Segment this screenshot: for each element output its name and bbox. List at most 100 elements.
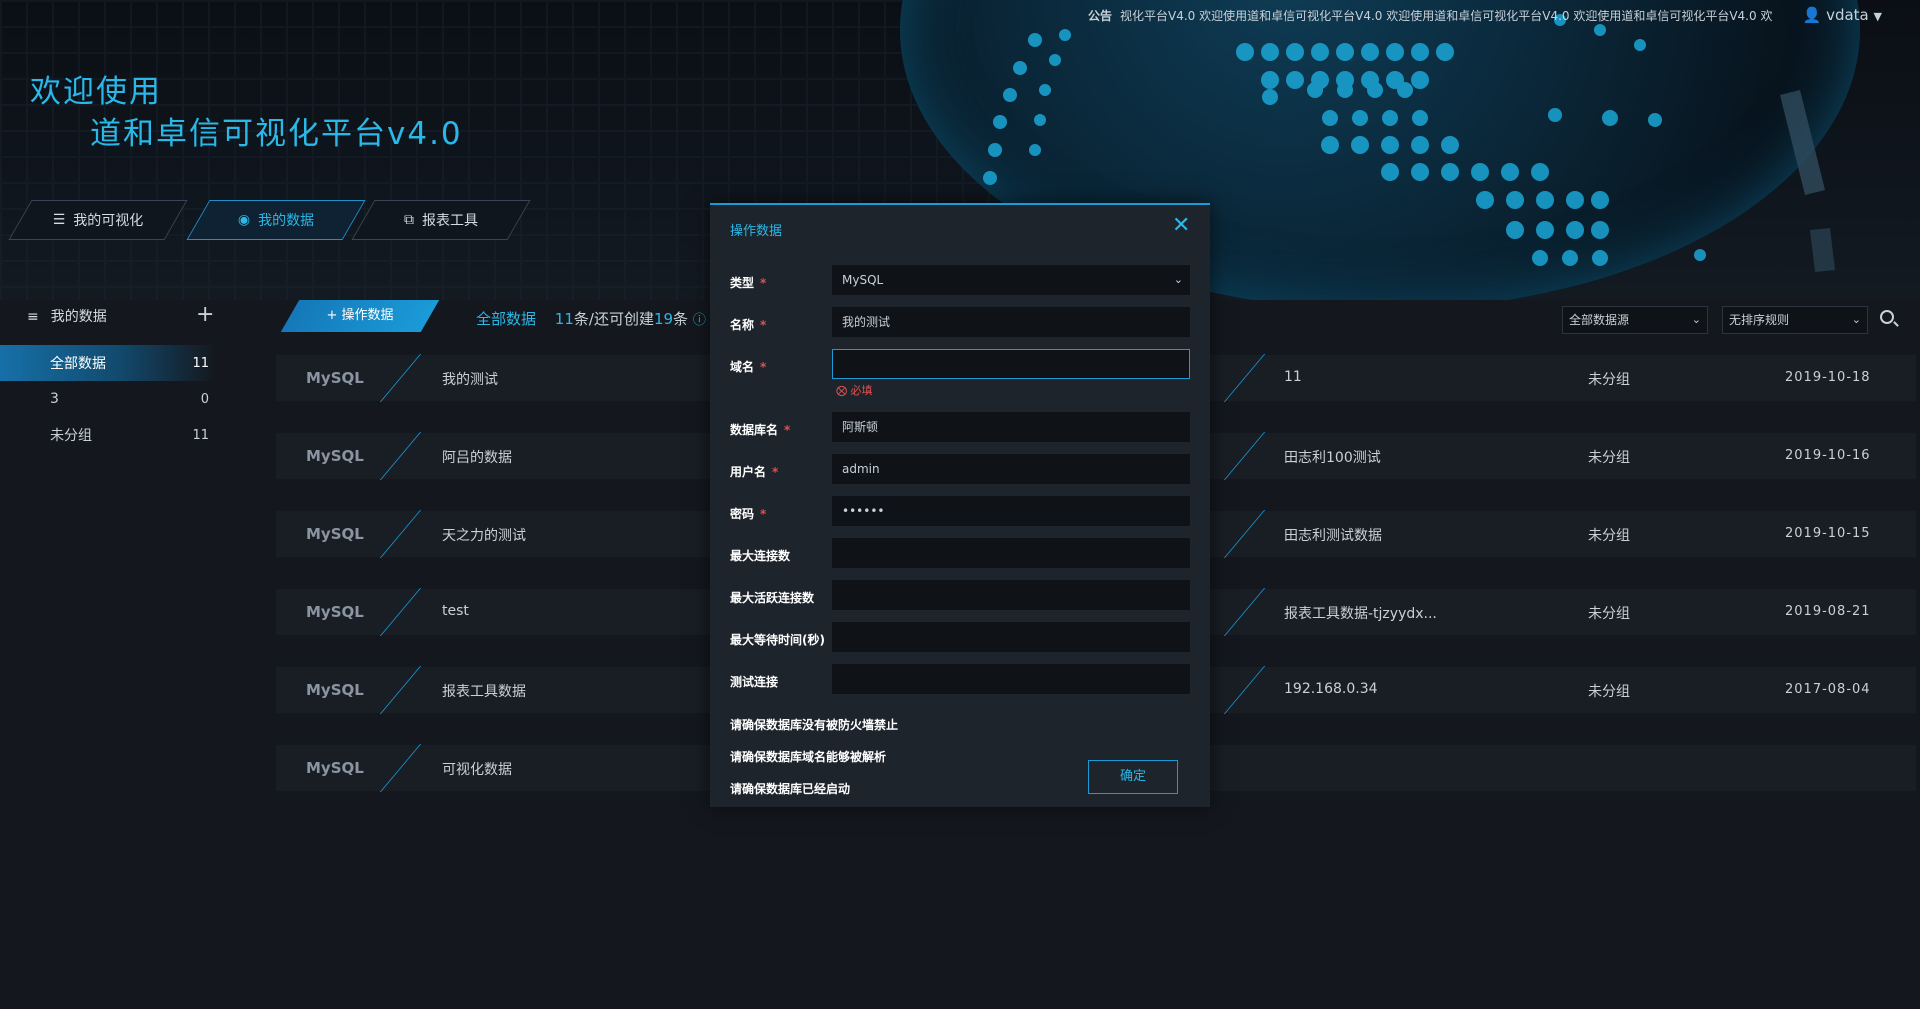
operate-data-button[interactable]: + 操作数据 — [280, 300, 440, 332]
sidebar-item-all[interactable]: 全部数据 11 — [0, 345, 215, 381]
row-host: 报表工具数据-tjzyydx... — [1284, 606, 1437, 622]
sidebar-title: ≡ 我的数据 — [27, 306, 107, 326]
row-divider — [1223, 666, 1266, 714]
chevron-down-icon: ⌄ — [1851, 313, 1861, 326]
chevron-down-icon: ▼ — [1873, 10, 1882, 23]
row-date: 2019-10-18 — [1785, 370, 1871, 385]
test-connection-field[interactable] — [832, 664, 1190, 694]
sidebar-item-count: 0 — [200, 391, 209, 407]
row-divider — [379, 666, 422, 714]
data-source-filter[interactable]: 全部数据源 ⌄ — [1562, 306, 1708, 334]
row-group: 未分组 — [1588, 528, 1630, 544]
domain-input[interactable] — [832, 349, 1190, 379]
row-date: 2019-10-16 — [1785, 448, 1871, 463]
field-label-max-wait: 最大等待时间(秒) — [730, 633, 825, 647]
row-name: 报表工具数据 — [442, 684, 526, 700]
row-group: 未分组 — [1588, 606, 1630, 622]
row-group: 未分组 — [1588, 684, 1630, 700]
operate-data-dialog: 操作数据 ✕ 类型 * MySQL ⌄ 名称 * 我的测试 域名 * ⨂ 必填 数据库名… — [710, 203, 1210, 807]
crumb-all-data[interactable]: 全部数据 — [476, 310, 536, 328]
name-input-value: 我的测试 — [842, 315, 891, 329]
announcement-text: 视化平台V4.0 欢迎使用道和卓信可视化平台V4.0 欢迎使用道和卓信可视化平台… — [1120, 9, 1773, 23]
sidebar-item-group-3[interactable]: 3 0 — [0, 381, 215, 417]
row-divider — [1223, 354, 1266, 402]
row-divider — [379, 354, 422, 402]
sidebar-item-ungrouped[interactable]: 未分组 11 — [0, 417, 215, 453]
row-date: 2019-10-15 — [1785, 526, 1871, 541]
row-name: 天之力的测试 — [442, 528, 526, 544]
domain-error-text: 必填 — [850, 384, 873, 397]
search-icon[interactable] — [1880, 310, 1894, 324]
announcement-label: 公告 — [1088, 9, 1113, 23]
data-count-breadcrumb: 全部数据 11条/还可创建19条 ⓘ — [476, 308, 706, 329]
user-name: vdata — [1826, 6, 1869, 24]
help-icon[interactable]: ⓘ — [693, 313, 706, 328]
row-group: 未分组 — [1588, 450, 1630, 466]
page-title-line2: 道和卓信可视化平台v4.0 — [90, 116, 463, 152]
max-connections-input[interactable] — [832, 538, 1190, 568]
row-divider — [1223, 432, 1266, 480]
row-group: 未分组 — [1588, 372, 1630, 388]
max-wait-input[interactable] — [832, 622, 1190, 652]
field-label-max-connections: 最大连接数 — [730, 549, 791, 563]
row-type: MySQL — [306, 759, 364, 777]
row-host: 田志利测试数据 — [1284, 528, 1382, 544]
field-label-test-connection: 测试连接 — [730, 675, 779, 689]
nav-my-data[interactable]: ◉ 我的数据 — [186, 200, 366, 240]
row-type: MySQL — [306, 369, 364, 387]
dialog-title: 操作数据 — [730, 224, 783, 239]
nav-my-visualization[interactable]: ☰ 我的可视化 — [8, 200, 188, 240]
count-current: 11 — [554, 310, 574, 328]
username-input-value: admin — [842, 462, 880, 476]
name-input[interactable]: 我的测试 — [832, 307, 1190, 337]
close-icon[interactable]: ✕ — [1172, 213, 1190, 238]
sidebar-item-label: 全部数据 — [50, 356, 106, 372]
announcement-bar: 公告 视化平台V4.0 欢迎使用道和卓信可视化平台V4.0 欢迎使用道和卓信可视化… — [1088, 7, 1772, 24]
database-input[interactable]: 阿斯顿 — [832, 412, 1190, 442]
count-mid-text: 条/还可创建 — [573, 310, 654, 328]
note-started: 请确保数据库已经启动 — [730, 782, 851, 796]
type-select-value: MySQL — [842, 273, 884, 287]
field-label-database: 数据库名 * — [730, 423, 791, 437]
field-label-name: 名称 * — [730, 318, 767, 332]
nav-report-tool[interactable]: ⧉ 报表工具 — [351, 200, 531, 240]
database-icon: ◉ — [237, 212, 251, 228]
nav-label: 我的可视化 — [73, 213, 144, 229]
row-divider — [379, 510, 422, 558]
add-group-button[interactable]: + — [196, 302, 214, 327]
operate-data-label: + 操作数据 — [326, 308, 394, 323]
database-input-value: 阿斯顿 — [842, 420, 879, 434]
menu-icon: ≡ — [27, 309, 39, 325]
max-active-input[interactable] — [832, 580, 1190, 610]
row-name: 我的测试 — [442, 372, 498, 388]
page-title-line1: 欢迎使用 — [30, 74, 162, 110]
row-divider — [379, 432, 422, 480]
user-menu[interactable]: 👤 vdata ▼ — [1803, 6, 1882, 24]
password-input[interactable]: •••••• — [832, 496, 1190, 526]
row-type: MySQL — [306, 603, 364, 621]
chevron-down-icon: ⌄ — [1691, 313, 1701, 326]
error-icon: ⨂ — [836, 384, 847, 397]
row-divider — [1223, 588, 1266, 636]
copy-icon: ⧉ — [404, 212, 414, 228]
sort-rule-filter[interactable]: 无排序规则 ⌄ — [1722, 306, 1868, 334]
row-type: MySQL — [306, 681, 364, 699]
username-input[interactable]: admin — [832, 454, 1190, 484]
nav-label: 我的数据 — [258, 213, 315, 229]
field-label-domain: 域名 * — [730, 360, 767, 374]
type-select[interactable]: MySQL ⌄ — [832, 265, 1190, 295]
sidebar-title-text: 我的数据 — [50, 309, 107, 325]
row-name: 阿吕的数据 — [442, 450, 512, 466]
row-date: 2017-08-04 — [1785, 682, 1871, 697]
count-remaining: 19 — [653, 310, 674, 328]
sort-rule-filter-value: 无排序规则 — [1729, 313, 1790, 327]
password-input-value: •••••• — [842, 504, 885, 518]
confirm-button[interactable]: 确定 — [1088, 760, 1178, 794]
user-icon: 👤 — [1802, 6, 1822, 24]
sidebar-item-count: 11 — [192, 427, 209, 443]
domain-error: ⨂ 必填 — [836, 382, 873, 398]
sidebar-item-label: 未分组 — [50, 428, 92, 444]
field-label-max-active: 最大活跃连接数 — [730, 591, 815, 605]
note-firewall: 请确保数据库没有被防火墙禁止 — [730, 718, 899, 732]
row-date: 2019-08-21 — [1785, 604, 1871, 619]
